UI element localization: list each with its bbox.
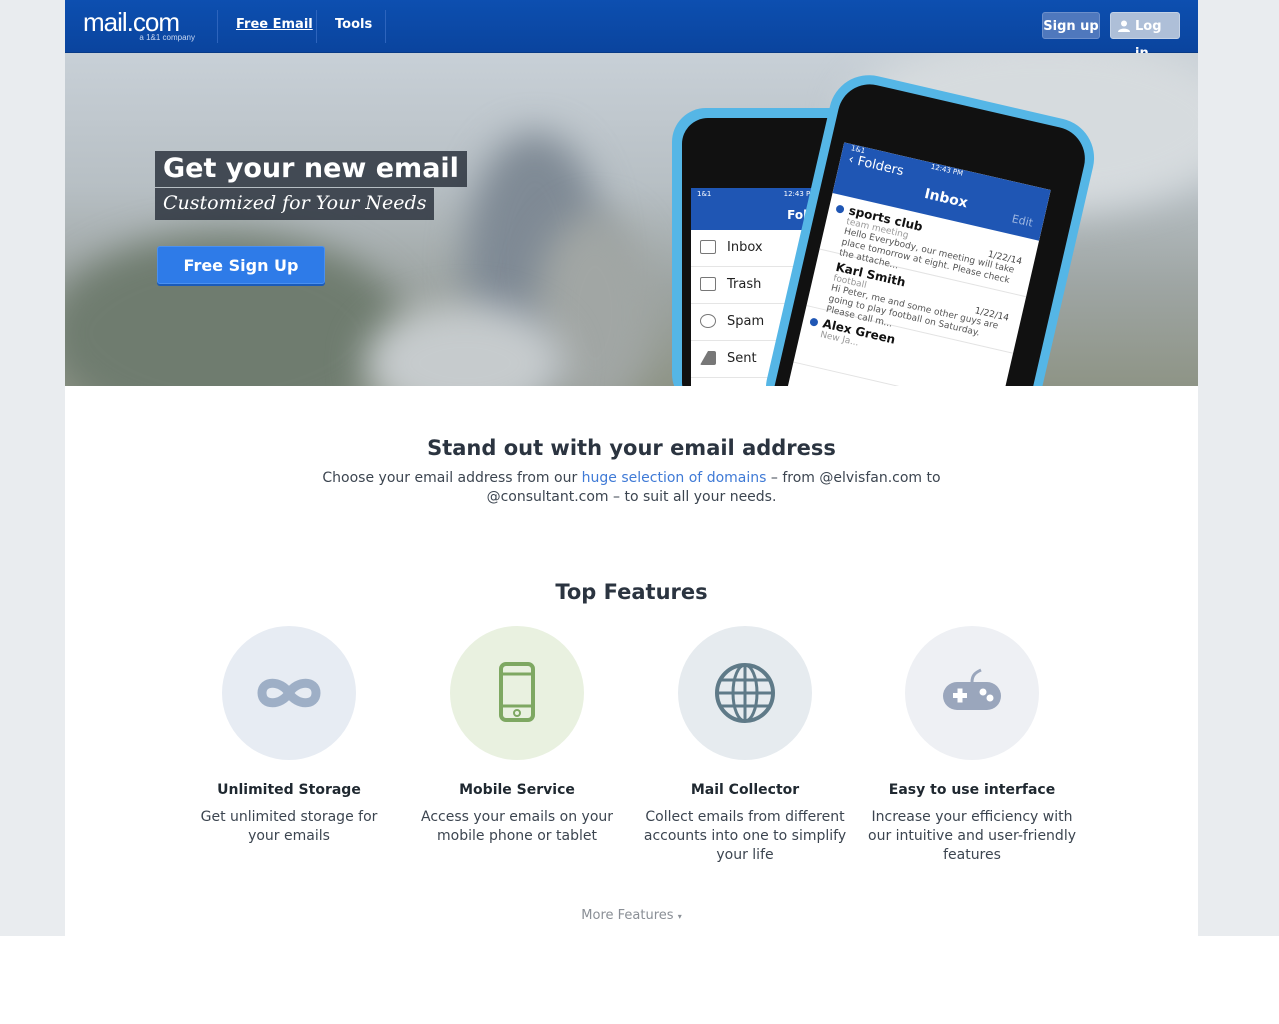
feature-description: Increase your efficiency with our intuit… <box>868 809 1076 863</box>
gamepad-icon <box>943 668 1001 710</box>
features-title: Top Features <box>555 580 708 604</box>
hero-subtitle: Customized for Your Needs <box>155 188 435 220</box>
logo-subtitle: a 1&1 company <box>139 33 195 42</box>
smartphone-icon <box>499 662 535 722</box>
top-header: mail.com a 1&1 company Free Email Tools … <box>65 0 1198 61</box>
back-label: Folders <box>855 154 906 180</box>
feature-name: Unlimited Storage <box>217 782 361 798</box>
feature-mail-collector: Mail Collector Collect emails from diffe… <box>640 626 850 865</box>
hero-banner: Get your new email Customized for Your N… <box>65 53 1198 386</box>
feature-easy-interface: Easy to use interface Increase your effi… <box>867 626 1077 865</box>
edit-label: Edit <box>1010 212 1035 230</box>
login-button[interactable]: Log in <box>1110 12 1180 61</box>
trash-icon <box>700 277 716 291</box>
globe-icon <box>715 663 775 723</box>
intro-title: Stand out with your email address <box>427 436 836 460</box>
feature-icon-circle <box>678 626 812 760</box>
inbox-icon <box>700 240 716 254</box>
sent-icon <box>700 351 716 365</box>
feature-description: Get unlimited storage for your emails <box>200 809 378 844</box>
folder-label: Inbox <box>727 240 763 255</box>
feature-icon-circle <box>450 626 584 760</box>
signup-button[interactable]: Sign up <box>1042 12 1100 39</box>
caret-down-icon: ▾ <box>677 912 682 921</box>
feature-icon-circle <box>222 626 356 760</box>
unread-dot <box>809 317 819 327</box>
intro-text-before: Choose your email address from our <box>322 470 578 486</box>
page-frame: mail.com a 1&1 company Free Email Tools … <box>65 0 1198 936</box>
more-features-label: More Features <box>581 908 674 923</box>
carrier-label: 1&1 <box>697 190 712 198</box>
logo-text: mail.com <box>83 7 180 37</box>
feature-mobile-service: Mobile Service Access your emails on you… <box>412 626 622 846</box>
feature-unlimited-storage: Unlimited Storage Get unlimited storage … <box>184 626 394 846</box>
feature-name: Easy to use interface <box>888 782 1056 798</box>
nav-tools[interactable]: Tools <box>335 17 372 32</box>
free-signup-button[interactable]: Free Sign Up <box>157 246 325 284</box>
folder-label: Sent <box>727 351 757 366</box>
nav-divider <box>316 10 317 43</box>
nav-free-email[interactable]: Free Email <box>236 17 313 32</box>
folder-label: Spam <box>727 314 765 329</box>
feature-name: Mobile Service <box>459 782 575 798</box>
feature-name: Mail Collector <box>690 782 800 798</box>
nav-divider <box>385 10 386 43</box>
domains-link[interactable]: huge selection of domains <box>582 470 767 486</box>
unread-dot <box>835 204 845 214</box>
back-to-folders: ‹ Folders <box>846 151 906 180</box>
user-icon <box>1118 20 1130 32</box>
intro-text: Choose your email address from our huge … <box>315 469 948 507</box>
feature-description: Access your emails on your mobile phone … <box>420 809 614 844</box>
hero-title: Get your new email <box>155 151 467 187</box>
more-features-link[interactable]: More Features ▾ <box>65 908 1198 923</box>
feature-icon-circle <box>905 626 1039 760</box>
nav-divider <box>217 10 218 43</box>
inbox-title: Inbox <box>922 185 970 212</box>
folder-label: Trash <box>727 277 762 292</box>
mailcom-logo[interactable]: mail.com a 1&1 company <box>83 8 195 44</box>
spam-icon <box>700 314 716 328</box>
feature-description: Collect emails from different accounts i… <box>643 809 847 863</box>
infinity-icon <box>257 678 321 708</box>
